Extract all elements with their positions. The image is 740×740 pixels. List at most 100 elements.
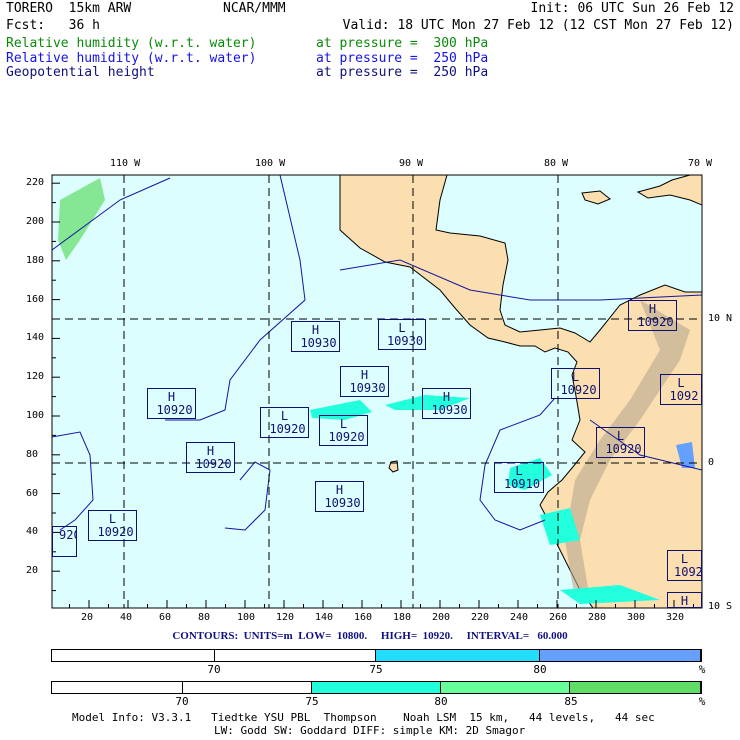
- colorbar-segment: [52, 682, 183, 693]
- bottom-axis-label: 40: [120, 612, 133, 623]
- colorbar-segment: [539, 650, 701, 661]
- top-axis-label: 70 W: [688, 158, 713, 169]
- colorbar-segment: [312, 682, 441, 693]
- pressure-system-type: L: [616, 429, 625, 443]
- left-axis-label: 40: [26, 526, 39, 538]
- pressure-system-type: L: [515, 464, 523, 478]
- pressure-system-box: L 10920: [596, 427, 645, 458]
- bottom-axis-label: 20: [81, 612, 94, 623]
- left-axis-label: 180: [26, 254, 45, 266]
- pressure-system-box: H 10930: [422, 388, 471, 419]
- pressure-system-value: 10920: [328, 430, 365, 444]
- pressure-system-type: H: [648, 302, 657, 316]
- right-axis-label: 10 N: [708, 313, 733, 324]
- contours-info: CONTOURS: UNITS=m LOW= 10800. HIGH= 1092…: [172, 630, 568, 642]
- pressure-system-box: L 1092: [667, 550, 702, 581]
- pressure-system-type: L: [680, 552, 689, 566]
- colorbar-label: 75: [305, 695, 319, 708]
- bottom-axis-label: 260: [549, 612, 568, 623]
- colorbar-label: 80: [434, 695, 448, 708]
- pressure-system-value: 10920: [195, 457, 232, 471]
- colorbar-1: [51, 649, 702, 662]
- pressure-system-type: H: [335, 483, 344, 497]
- pressure-system-value: 10920: [269, 422, 306, 436]
- pressure-system-box: L 10920: [319, 415, 368, 446]
- colorbar-segment: [52, 650, 215, 661]
- pressure-system-value: 10930: [300, 336, 337, 350]
- pressure-system-type: H: [167, 390, 176, 404]
- bottom-axis-label: 160: [354, 612, 373, 623]
- pressure-system-value: 10920: [605, 442, 642, 456]
- pressure-system-value: 10920: [637, 315, 674, 329]
- pressure-system-box: H 10930: [291, 321, 340, 352]
- pressure-system-box: L 10920: [88, 510, 137, 541]
- pressure-system-type: L: [398, 321, 406, 335]
- pressure-system-box: H 10920: [186, 442, 235, 473]
- pressure-system-type: H: [442, 390, 451, 404]
- left-axis-label: 160: [26, 293, 45, 305]
- weather-map-page: TORERO 15km ARW NCAR/MMM Init: 06 UTC Su…: [0, 0, 740, 740]
- colorbar-segment: [440, 682, 571, 693]
- colorbar-segment: [214, 650, 376, 661]
- pressure-system-value: 10930: [349, 381, 386, 395]
- pressure-system-box: H 10930: [340, 366, 389, 397]
- pressure-system-value: 920: [59, 528, 76, 542]
- pressure-system-box: L 10910: [494, 462, 544, 493]
- pressure-system-type: L: [108, 512, 117, 526]
- colorbar-2: [51, 681, 702, 694]
- bottom-axis-label: 60: [159, 612, 172, 623]
- pressure-system-type: L: [677, 376, 685, 390]
- left-axis-label: 80: [26, 448, 39, 460]
- bottom-axis-label: 240: [510, 612, 529, 623]
- model-info-line2: LW: Godd SW: Goddard DIFF: simple KM: 2D…: [214, 724, 526, 737]
- right-axis-label: 10 S: [708, 601, 733, 612]
- left-axis-label: 20: [26, 565, 39, 577]
- bottom-axis-label: 100: [237, 612, 256, 623]
- bottom-axis-label: 280: [588, 612, 607, 623]
- pressure-system-box: L 10930: [378, 319, 426, 350]
- bottom-axis-label: 200: [432, 612, 451, 623]
- pressure-system-value: 10920: [156, 403, 193, 417]
- pressure-system-box: H 10920: [147, 388, 196, 419]
- left-axis-label: 120: [26, 371, 45, 383]
- colorbar-segment: [182, 682, 313, 693]
- left-axis-label: 60: [26, 487, 39, 499]
- colorbar-label: %: [698, 663, 706, 676]
- left-axis-label: 200: [26, 216, 45, 227]
- pressure-system-type: L: [339, 417, 348, 431]
- colorbar-label: 75: [369, 663, 383, 676]
- pressure-system-value: 1092: [669, 389, 699, 403]
- colorbar-label: 80: [533, 663, 547, 676]
- pressure-system-value: 10910: [503, 477, 541, 491]
- bottom-axis-label: 180: [393, 612, 412, 623]
- bottom-axis-label: 220: [471, 612, 490, 623]
- pressure-system-box: L 1092: [660, 374, 702, 405]
- pressure-system-value: 10930: [386, 334, 424, 348]
- left-axis-label: 140: [26, 332, 45, 344]
- pressure-system-type: H: [680, 594, 689, 608]
- left-axis-label: 100: [26, 410, 45, 421]
- pressure-system-box: H 10920: [628, 300, 677, 331]
- pressure-system-box: H: [667, 592, 702, 608]
- bottom-axis-label: 120: [276, 612, 295, 623]
- pressure-system-type: L: [280, 409, 289, 423]
- pressure-system-box: H 10930: [315, 481, 364, 512]
- pressure-system-box: 920: [52, 526, 77, 557]
- left-axis-label: 220: [26, 177, 45, 189]
- bottom-axis-label: 80: [198, 612, 211, 623]
- pressure-system-box: L 10920: [551, 368, 600, 399]
- pressure-system-value: 10930: [324, 496, 361, 510]
- pressure-system-type: H: [206, 444, 215, 458]
- top-axis-label: 80 W: [544, 158, 569, 169]
- colorbar-label: 70: [175, 695, 189, 708]
- colorbar-segment: [376, 650, 540, 661]
- pressure-system-type: L: [571, 370, 580, 384]
- top-axis-label: 110 W: [110, 158, 141, 169]
- pressure-system-value: 1092: [674, 565, 702, 579]
- colorbar-label: %: [698, 695, 706, 708]
- model-info-line1: Model Info: V3.3.1 Tiedtke YSU PBL Thomp…: [72, 711, 655, 724]
- right-axis-label: 0: [708, 457, 715, 468]
- top-axis-label: 90 W: [399, 158, 424, 169]
- bottom-axis-label: 140: [315, 612, 334, 623]
- colorbar-label: 70: [207, 663, 221, 676]
